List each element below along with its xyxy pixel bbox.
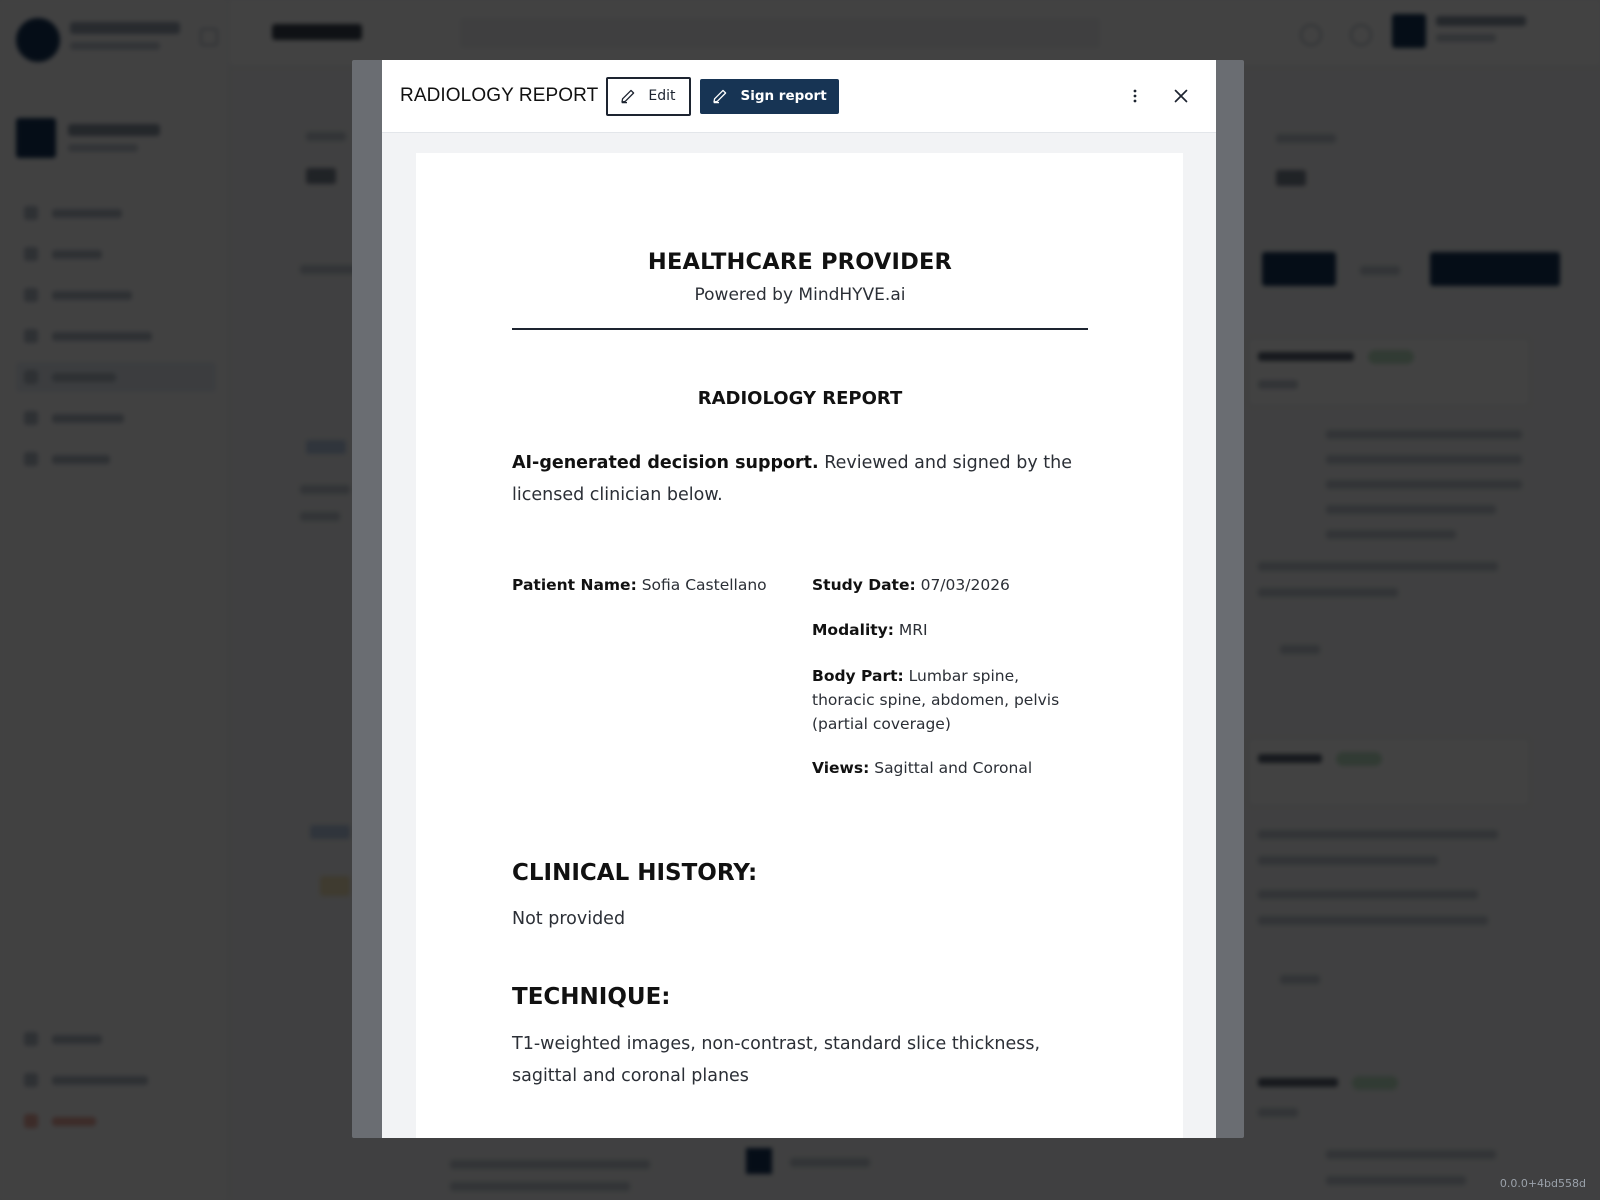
- more-options-button[interactable]: [1120, 81, 1150, 111]
- sign-report-button-label: Sign report: [740, 88, 827, 104]
- views-field: Views: Sagittal and Coronal: [812, 756, 1072, 780]
- close-button[interactable]: [1166, 81, 1196, 111]
- study-date-field: Study Date: 07/03/2026: [812, 573, 1072, 597]
- body-part-field: Body Part: Lumbar spine, thoracic spine,…: [812, 664, 1072, 736]
- header-divider: [512, 328, 1088, 330]
- report-modal: RADIOLOGY REPORT Edit Sign report HEALTH…: [382, 60, 1216, 1138]
- modality-field: Modality: MRI: [812, 618, 1072, 642]
- sign-report-button[interactable]: Sign report: [700, 78, 839, 114]
- organization-name: HEALTHCARE PROVIDER: [647, 249, 953, 275]
- pencil-icon: [713, 89, 727, 104]
- edit-button-label: Edit: [648, 88, 676, 104]
- clinical-history-heading: CLINICAL HISTORY:: [512, 860, 758, 886]
- modal-header: RADIOLOGY REPORT Edit Sign report: [382, 60, 1216, 133]
- patient-name-field: Patient Name: Sofia Castellano: [512, 573, 802, 597]
- report-document: HEALTHCARE PROVIDER Powered by MindHYVE.…: [416, 153, 1183, 1138]
- patient-name-label: Patient Name:: [512, 576, 637, 594]
- study-date-value: 07/03/2026: [915, 576, 1010, 594]
- ai-disclaimer-bold: AI-generated decision support.: [512, 453, 819, 473]
- more-vertical-icon: [1133, 89, 1137, 103]
- technique-text: T1-weighted images, non-contrast, standa…: [512, 1034, 1041, 1086]
- patient-name-value: Sofia Castellano: [636, 576, 767, 594]
- pencil-icon: [621, 89, 635, 104]
- technique-heading: TECHNIQUE:: [512, 984, 671, 1010]
- views-label: Views:: [812, 759, 870, 777]
- views-value: Sagittal and Coronal: [869, 759, 1033, 777]
- modal-title: RADIOLOGY REPORT: [400, 85, 599, 106]
- ai-disclaimer: AI-generated decision support. Reviewed …: [512, 447, 1088, 511]
- modality-value: MRI: [893, 621, 928, 639]
- body-part-label: Body Part:: [812, 667, 904, 685]
- organization-tagline: Powered by MindHYVE.ai: [694, 285, 906, 305]
- app-version: 0.0.0+4bd558d: [1499, 1177, 1586, 1190]
- modality-label: Modality:: [812, 621, 894, 639]
- close-icon: [1174, 89, 1188, 103]
- edit-button[interactable]: Edit: [606, 76, 692, 116]
- study-date-label: Study Date:: [812, 576, 916, 594]
- clinical-history-text: Not provided: [512, 909, 626, 929]
- report-title: RADIOLOGY REPORT: [697, 388, 903, 409]
